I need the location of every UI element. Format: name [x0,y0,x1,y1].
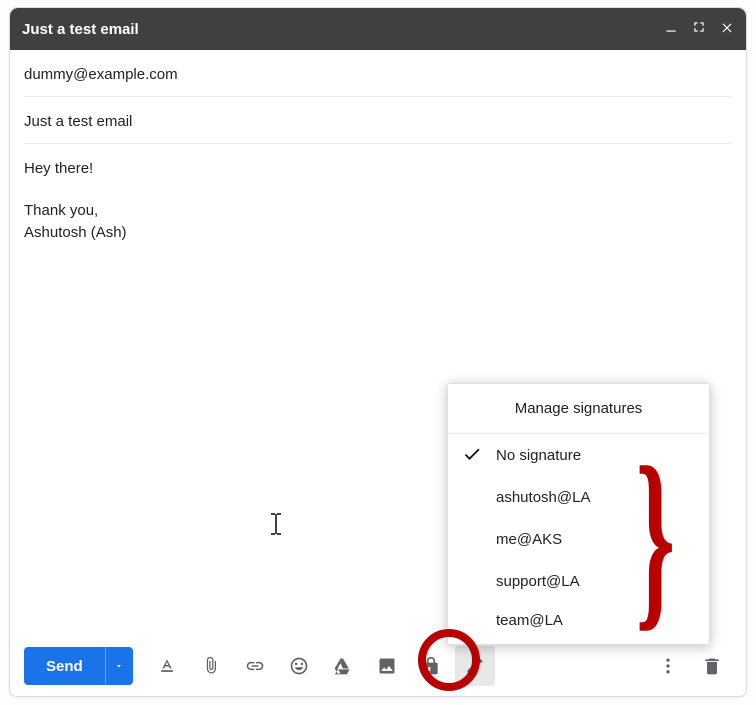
confidential-mode-icon[interactable] [411,646,451,686]
insert-signature-icon[interactable] [455,646,495,686]
close-icon[interactable] [720,20,734,39]
signature-menu-header[interactable]: Manage signatures [448,384,709,434]
formatting-options-icon[interactable] [147,646,187,686]
send-button-group: Send [24,647,133,685]
subject-value: Just a test email [24,113,132,130]
subject-field[interactable]: Just a test email [24,99,732,143]
titlebar: Just a test email [10,8,746,50]
send-button[interactable]: Send [24,647,105,685]
send-options-dropdown[interactable] [105,647,133,685]
attach-file-icon[interactable] [191,646,231,686]
closing-line: Ashutosh (Ash) [24,222,732,244]
body-greeting: Hey there! [24,158,732,180]
more-options-icon[interactable] [648,646,688,686]
closing-line: Thank you, [24,200,732,222]
discard-draft-icon[interactable] [692,646,732,686]
to-field[interactable]: dummy@example.com [24,52,732,96]
signature-option[interactable]: support@LA [448,560,709,602]
compose-toolbar: Send [10,636,746,696]
window-title: Just a test email [22,21,664,38]
signature-block: Thank you, Ashutosh (Ash) [24,200,732,244]
insert-drive-icon[interactable] [323,646,363,686]
insert-link-icon[interactable] [235,646,275,686]
signature-option[interactable]: team@LA [448,602,709,644]
signature-option[interactable]: me@AKS [448,518,709,560]
minimize-icon[interactable] [664,20,678,39]
insert-photo-icon[interactable] [367,646,407,686]
signature-menu: Manage signatures No signature ashutosh@… [447,383,710,645]
check-icon [462,444,482,464]
insert-emoji-icon[interactable] [279,646,319,686]
signature-option[interactable]: ashutosh@LA [448,476,709,518]
signature-option[interactable]: No signature [448,434,709,476]
to-value: dummy@example.com [24,66,178,83]
fullscreen-icon[interactable] [692,20,706,39]
